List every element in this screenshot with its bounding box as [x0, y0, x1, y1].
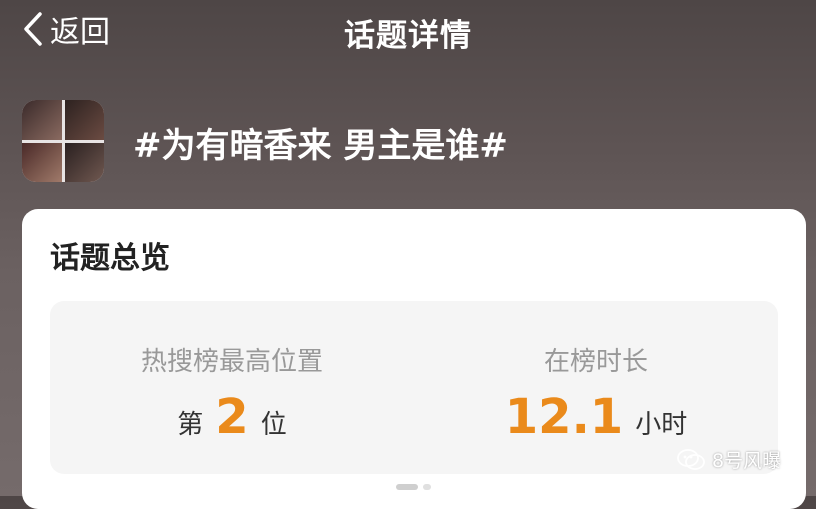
- duration-value: 12.1: [504, 389, 624, 445]
- wechat-icon: [677, 448, 705, 470]
- stats-panel: 热搜榜最高位置 第 2 位 在榜时长 12.1 小时: [50, 301, 778, 474]
- topic-title: #为有暗香来 男主是谁#: [133, 126, 508, 166]
- thumbnail-image: [64, 100, 104, 140]
- highest-rank-value: 2: [215, 389, 249, 445]
- highest-rank-stat: 热搜榜最高位置 第 2 位: [50, 301, 414, 474]
- watermark-text: 8号风曝: [712, 450, 782, 472]
- page-dot: [423, 484, 431, 490]
- watermark: 8号风曝: [676, 446, 781, 473]
- top-bar: 返回 话题详情: [0, 0, 816, 60]
- page-dot-active: [396, 484, 418, 490]
- page-indicator: [396, 484, 431, 490]
- highest-rank-value-row: 第 2 位: [50, 393, 414, 441]
- thumbnail-image: [22, 100, 62, 140]
- highest-rank-label: 热搜榜最高位置: [140, 347, 323, 377]
- thumbnail-image: [64, 142, 104, 182]
- thumbnail-image: [22, 142, 62, 182]
- duration-label: 在榜时长: [543, 347, 648, 377]
- page-title: 话题详情: [344, 18, 472, 54]
- duration-suffix: 小时: [635, 410, 688, 440]
- topic-thumbnail[interactable]: [22, 100, 104, 182]
- overview-title: 话题总览: [50, 241, 170, 276]
- highest-rank-suffix: 位: [260, 410, 287, 440]
- duration-value-row: 12.1 小时: [414, 393, 778, 441]
- highest-rank-prefix: 第: [177, 410, 204, 440]
